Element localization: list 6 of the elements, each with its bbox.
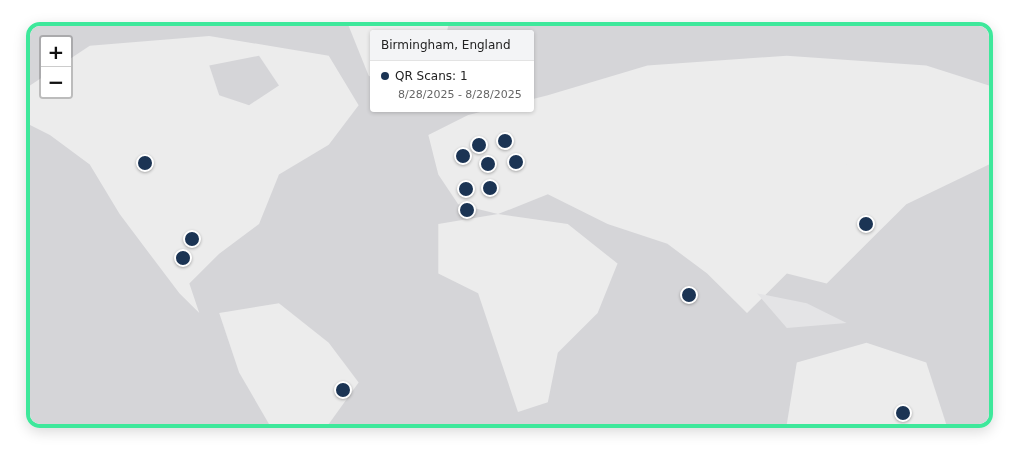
zoom-in-button[interactable]: + [41,37,71,67]
date-range: 8/28/2025 - 8/28/2025 [398,88,522,101]
zoom-out-button[interactable]: − [41,67,71,97]
tooltip-title: Birmingham, England [370,30,534,61]
scan-count: QR Scans: 1 [395,69,468,83]
legend-dot-icon [381,72,389,80]
